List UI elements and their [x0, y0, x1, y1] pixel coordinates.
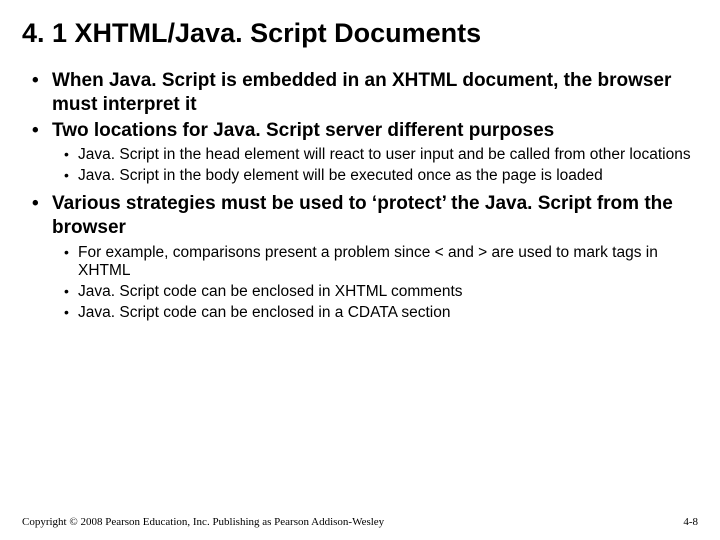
sub-bullet-list: For example, comparisons present a probl…	[52, 244, 698, 324]
bullet-item: When Java. Script is embedded in an XHTM…	[22, 69, 698, 117]
sub-bullet-item: For example, comparisons present a probl…	[52, 244, 698, 282]
copyright-text: Copyright © 2008 Pearson Education, Inc.…	[22, 516, 384, 528]
sub-bullet-item: Java. Script code can be enclosed in XHT…	[52, 283, 698, 302]
sub-bullet-list: Java. Script in the head element will re…	[52, 146, 698, 186]
slide-footer: Copyright © 2008 Pearson Education, Inc.…	[22, 516, 698, 528]
sub-bullet-item: Java. Script code can be enclosed in a C…	[52, 304, 698, 323]
slide-title: 4. 1 XHTML/Java. Script Documents	[22, 18, 698, 49]
page-number: 4-8	[683, 516, 698, 528]
bullet-text: Various strategies must be used to ‘prot…	[52, 193, 673, 238]
sub-bullet-item: Java. Script in the body element will be…	[52, 167, 698, 186]
bullet-text: Two locations for Java. Script server di…	[52, 120, 554, 141]
bullet-item: Two locations for Java. Script server di…	[22, 119, 698, 187]
bullet-item: Various strategies must be used to ‘prot…	[22, 192, 698, 323]
bullet-list: When Java. Script is embedded in an XHTM…	[22, 69, 698, 323]
sub-bullet-item: Java. Script in the head element will re…	[52, 146, 698, 165]
